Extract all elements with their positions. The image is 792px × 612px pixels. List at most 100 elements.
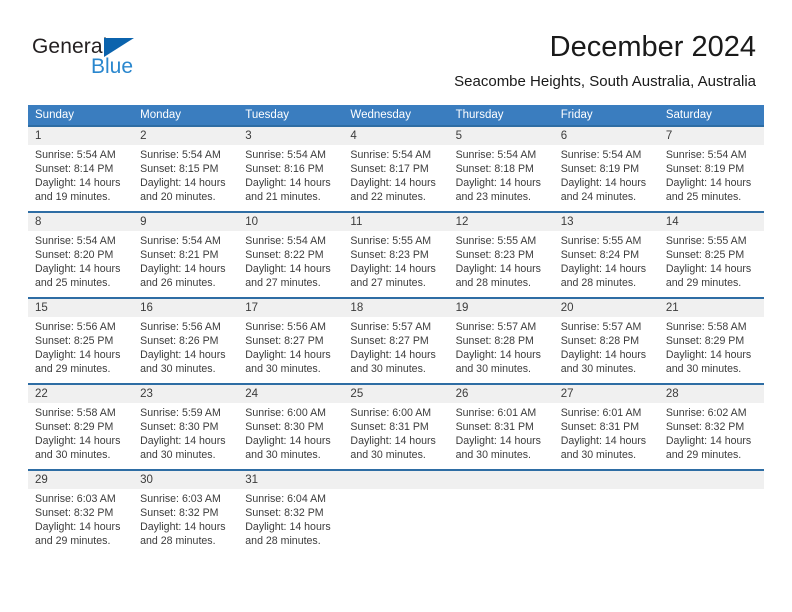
daylight-text-line2: and 30 minutes. [245,363,321,375]
sunrise-text: Sunrise: 5:54 AM [560,149,642,161]
day-number-19[interactable]: 19 [449,299,554,317]
daylight-text-line2: and 30 minutes. [665,363,742,375]
day-number-26[interactable]: 26 [449,385,554,403]
day-number-31[interactable]: 31 [238,471,343,489]
day-cell-19[interactable]: Sunrise: 5:57 AM Sunset: 8:28 PM Daylight:… [449,317,554,383]
sunset-text: Sunset: 8:23 PM [455,249,534,261]
day-cell-18[interactable]: Sunrise: 5:57 AM Sunset: 8:27 PM Daylight:… [343,317,448,383]
day-cell-empty [343,489,448,555]
day-number-band: 1234567 [28,127,764,145]
sunset-text: Sunset: 8:17 PM [350,163,429,175]
day-cell-23[interactable]: Sunrise: 5:59 AM Sunset: 8:30 PM Daylight:… [133,403,238,469]
title-block: December 2024 Seacombe Heights, South Au… [454,30,756,92]
daylight-text-line2: and 28 minutes. [140,535,216,547]
day-number-29[interactable]: 29 [28,471,133,489]
sunset-text: Sunset: 8:16 PM [245,163,324,175]
day-cell-28[interactable]: Sunrise: 6:02 AM Sunset: 8:32 PM Daylight:… [659,403,764,469]
sunset-text: Sunset: 8:27 PM [245,335,324,347]
day-number-21[interactable]: 21 [659,299,764,317]
day-cell-empty [449,489,554,555]
day-cell-17[interactable]: Sunrise: 5:56 AM Sunset: 8:27 PM Daylight:… [238,317,343,383]
daylight-text-line2: and 27 minutes. [245,277,321,289]
day-number-24[interactable]: 24 [238,385,343,403]
sunrise-text: Sunrise: 5:58 AM [665,321,747,333]
day-number-27[interactable]: 27 [554,385,659,403]
daylight-text-line2: and 30 minutes. [560,449,637,461]
daylight-text-line1: Daylight: 14 hours [140,263,226,275]
daylight-text-line2: and 23 minutes. [455,191,531,203]
day-number-4[interactable]: 4 [343,127,448,145]
day-number-10[interactable]: 10 [238,213,343,231]
day-cell-30[interactable]: Sunrise: 6:03 AM Sunset: 8:32 PM Daylight:… [133,489,238,555]
daylight-text-line2: and 19 minutes. [35,191,111,203]
day-cell-1[interactable]: Sunrise: 5:54 AM Sunset: 8:14 PM Daylight:… [28,145,133,211]
day-number-20[interactable]: 20 [554,299,659,317]
day-number-17[interactable]: 17 [238,299,343,317]
day-cell-11[interactable]: Sunrise: 5:55 AM Sunset: 8:23 PM Daylight:… [343,231,448,297]
day-cell-12[interactable]: Sunrise: 5:55 AM Sunset: 8:23 PM Daylight:… [449,231,554,297]
day-cell-21[interactable]: Sunrise: 5:58 AM Sunset: 8:29 PM Daylight:… [659,317,764,383]
day-number-11[interactable]: 11 [343,213,448,231]
daylight-text-line2: and 30 minutes. [140,363,216,375]
day-number-9[interactable]: 9 [133,213,238,231]
daylight-text-line2: and 30 minutes. [455,363,531,375]
day-number-22[interactable]: 22 [28,385,133,403]
day-number-16[interactable]: 16 [133,299,238,317]
weekday-header-tuesday: Tuesday [245,109,289,121]
day-number-7[interactable]: 7 [659,127,764,145]
day-number-1[interactable]: 1 [28,127,133,145]
day-cell-20[interactable]: Sunrise: 5:57 AM Sunset: 8:28 PM Daylight:… [554,317,659,383]
day-cell-9[interactable]: Sunrise: 5:54 AM Sunset: 8:21 PM Daylight:… [133,231,238,297]
day-number-2[interactable]: 2 [133,127,238,145]
sunset-text: Sunset: 8:28 PM [560,335,640,347]
day-cell-2[interactable]: Sunrise: 5:54 AM Sunset: 8:15 PM Daylight:… [133,145,238,211]
daylight-text-line1: Daylight: 14 hours [245,521,331,533]
day-cell-25[interactable]: Sunrise: 6:00 AM Sunset: 8:31 PM Daylight:… [343,403,448,469]
sunrise-text: Sunrise: 5:55 AM [665,235,747,247]
day-number-3[interactable]: 3 [238,127,343,145]
sunrise-text: Sunrise: 5:54 AM [245,149,326,161]
sunrise-text: Sunrise: 5:56 AM [35,321,116,333]
day-cell-10[interactable]: Sunrise: 5:54 AM Sunset: 8:22 PM Daylight:… [238,231,343,297]
day-cell-16[interactable]: Sunrise: 5:56 AM Sunset: 8:26 PM Daylight:… [133,317,238,383]
day-cell-31[interactable]: Sunrise: 6:04 AM Sunset: 8:32 PM Daylight:… [238,489,343,555]
day-number-25[interactable]: 25 [343,385,448,403]
day-cell-7[interactable]: Sunrise: 5:54 AM Sunset: 8:19 PM Daylight:… [659,145,764,211]
daylight-text-line1: Daylight: 14 hours [455,435,541,447]
day-number-8[interactable]: 8 [28,213,133,231]
sunrise-text: Sunrise: 6:01 AM [455,407,537,419]
day-cell-27[interactable]: Sunrise: 6:01 AM Sunset: 8:31 PM Daylight:… [554,403,659,469]
day-cell-15[interactable]: Sunrise: 5:56 AM Sunset: 8:25 PM Daylight:… [28,317,133,383]
day-cell-24[interactable]: Sunrise: 6:00 AM Sunset: 8:30 PM Daylight:… [238,403,343,469]
daylight-text-line1: Daylight: 14 hours [35,177,121,189]
day-cell-4[interactable]: Sunrise: 5:54 AM Sunset: 8:17 PM Daylight:… [343,145,448,211]
day-cell-3[interactable]: Sunrise: 5:54 AM Sunset: 8:16 PM Daylight:… [238,145,343,211]
day-cell-6[interactable]: Sunrise: 5:54 AM Sunset: 8:19 PM Daylight:… [554,145,659,211]
sunset-text: Sunset: 8:31 PM [455,421,534,433]
day-number-18[interactable]: 18 [343,299,448,317]
day-number-13[interactable]: 13 [554,213,659,231]
day-cell-26[interactable]: Sunrise: 6:01 AM Sunset: 8:31 PM Daylight:… [449,403,554,469]
day-cell-29[interactable]: Sunrise: 6:03 AM Sunset: 8:32 PM Daylight:… [28,489,133,555]
daylight-text-line2: and 30 minutes. [35,449,111,461]
day-number-5[interactable]: 5 [449,127,554,145]
day-number-6[interactable]: 6 [554,127,659,145]
sunset-text: Sunset: 8:15 PM [140,163,219,175]
calendar-week-row: 1 2 3 4 5 6 7 Sunrise: 5:54 AM Sunset: 8:14 PM Da… [28,125,764,211]
day-cell-8[interactable]: Sunrise: 5:54 AM Sunset: 8:20 PM Daylight:… [28,231,133,297]
day-cell-5[interactable]: Sunrise: 5:54 AM Sunset: 8:18 PM Daylight:… [449,145,554,211]
sunrise-text: Sunrise: 5:57 AM [350,321,432,333]
day-number-12[interactable]: 12 [449,213,554,231]
sunrise-text: Sunrise: 5:56 AM [140,321,221,333]
sunset-text: Sunset: 8:14 PM [35,163,114,175]
day-number-23[interactable]: 23 [133,385,238,403]
day-cell-14[interactable]: Sunrise: 5:55 AM Sunset: 8:25 PM Daylight:… [659,231,764,297]
day-number-30[interactable]: 30 [133,471,238,489]
day-number-15[interactable]: 15 [28,299,133,317]
day-number-14[interactable]: 14 [659,213,764,231]
day-cell-13[interactable]: Sunrise: 5:55 AM Sunset: 8:24 PM Daylight:… [554,231,659,297]
sunset-text: Sunset: 8:24 PM [560,249,640,261]
day-number-28[interactable]: 28 [659,385,764,403]
weekday-header-wednesday: Wednesday [350,109,411,121]
day-cell-22[interactable]: Sunrise: 5:58 AM Sunset: 8:29 PM Daylight:… [28,403,133,469]
